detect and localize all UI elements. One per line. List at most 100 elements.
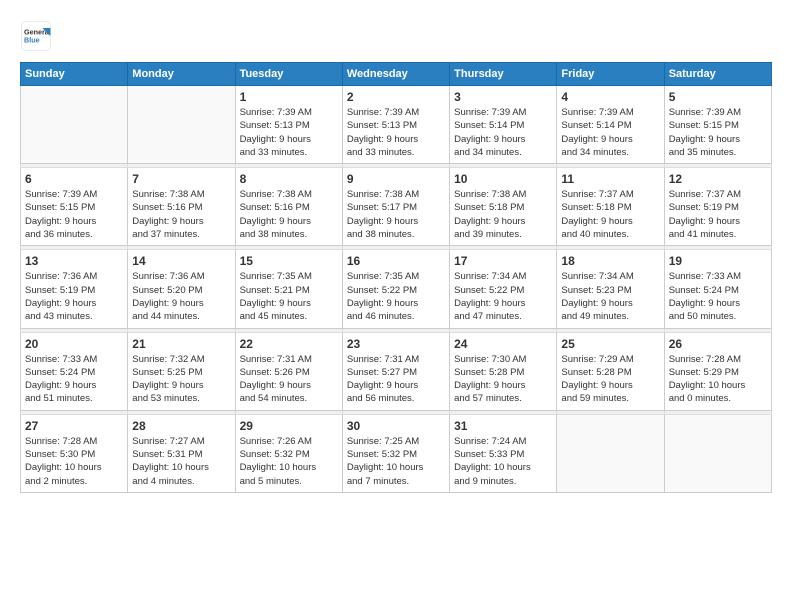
calendar-cell: 4Sunrise: 7:39 AM Sunset: 5:14 PM Daylig… [557,86,664,164]
day-number: 30 [347,419,445,433]
day-info: Sunrise: 7:28 AM Sunset: 5:30 PM Dayligh… [25,435,123,488]
day-info: Sunrise: 7:32 AM Sunset: 5:25 PM Dayligh… [132,353,230,406]
calendar-cell: 5 Sunrise: 7:39 AM Sunset: 5:15 PM Daylig… [664,86,771,164]
day-info: Sunrise: 7:39 AM Sunset: 5:15 PM Dayligh… [669,106,767,159]
calendar-cell: 7 Sunrise: 7:38 AM Sunset: 5:16 PM Daylig… [128,168,235,246]
calendar-cell: 6Sunrise: 7:39 AM Sunset: 5:15 PM Daylig… [21,168,128,246]
day-info: Sunrise: 7:33 AM Sunset: 5:24 PM Dayligh… [25,353,123,406]
calendar-cell [128,86,235,164]
day-info: Sunrise: 7:37 AM Sunset: 5:19 PM Dayligh… [669,188,767,241]
calendar-cell: 12Sunrise: 7:37 AM Sunset: 5:19 PM Dayli… [664,168,771,246]
calendar-week-3: 13 Sunrise: 7:36 AM Sunset: 5:19 PM Dayli… [21,250,772,328]
day-info: Sunrise: 7:30 AM Sunset: 5:28 PM Dayligh… [454,353,552,406]
calendar-cell: 2 Sunrise: 7:39 AM Sunset: 5:13 PM Daylig… [342,86,449,164]
weekday-header-tuesday: Tuesday [235,63,342,86]
day-info: Sunrise: 7:26 AM Sunset: 5:32 PM Dayligh… [240,435,338,488]
calendar-cell: 3 Sunrise: 7:39 AM Sunset: 5:14 PM Daylig… [450,86,557,164]
calendar-cell: 10 Sunrise: 7:38 AM Sunset: 5:18 PM Dayli… [450,168,557,246]
day-number: 7 [132,172,230,186]
calendar-cell: 19 Sunrise: 7:33 AM Sunset: 5:24 PM Dayli… [664,250,771,328]
day-info: Sunrise: 7:34 AM Sunset: 5:22 PM Dayligh… [454,270,552,323]
calendar-cell: 28 Sunrise: 7:27 AM Sunset: 5:31 PM Dayli… [128,414,235,492]
day-number: 16 [347,254,445,268]
logo: General Blue [20,20,52,52]
weekday-header-sunday: Sunday [21,63,128,86]
day-info: Sunrise: 7:39 AM Sunset: 5:13 PM Dayligh… [347,106,445,159]
day-info: Sunrise: 7:37 AM Sunset: 5:18 PM Dayligh… [561,188,659,241]
day-number: 21 [132,337,230,351]
calendar-cell: 23Sunrise: 7:31 AM Sunset: 5:27 PM Dayli… [342,332,449,410]
day-number: 26 [669,337,767,351]
day-info: Sunrise: 7:38 AM Sunset: 5:16 PM Dayligh… [132,188,230,241]
calendar-cell: 15 Sunrise: 7:35 AM Sunset: 5:21 PM Dayli… [235,250,342,328]
calendar-cell: 9Sunrise: 7:38 AM Sunset: 5:17 PM Daylig… [342,168,449,246]
day-number: 22 [240,337,338,351]
calendar-cell: 31 Sunrise: 7:24 AM Sunset: 5:33 PM Dayli… [450,414,557,492]
calendar-cell: 8 Sunrise: 7:38 AM Sunset: 5:16 PM Daylig… [235,168,342,246]
day-number: 31 [454,419,552,433]
day-number: 3 [454,90,552,104]
day-info: Sunrise: 7:31 AM Sunset: 5:27 PM Dayligh… [347,353,445,406]
calendar-cell [664,414,771,492]
calendar-cell [557,414,664,492]
calendar-cell: 22 Sunrise: 7:31 AM Sunset: 5:26 PM Dayli… [235,332,342,410]
day-info: Sunrise: 7:35 AM Sunset: 5:21 PM Dayligh… [240,270,338,323]
day-info: Sunrise: 7:38 AM Sunset: 5:18 PM Dayligh… [454,188,552,241]
day-number: 8 [240,172,338,186]
calendar-cell: 25 Sunrise: 7:29 AM Sunset: 5:28 PM Dayli… [557,332,664,410]
calendar-cell: 26 Sunrise: 7:28 AM Sunset: 5:29 PM Dayli… [664,332,771,410]
calendar-cell: 29 Sunrise: 7:26 AM Sunset: 5:32 PM Dayli… [235,414,342,492]
day-info: Sunrise: 7:39 AM Sunset: 5:15 PM Dayligh… [25,188,123,241]
day-number: 11 [561,172,659,186]
day-number: 19 [669,254,767,268]
day-number: 10 [454,172,552,186]
day-number: 1 [240,90,338,104]
calendar-week-2: 6Sunrise: 7:39 AM Sunset: 5:15 PM Daylig… [21,168,772,246]
calendar-cell [21,86,128,164]
day-number: 15 [240,254,338,268]
day-info: Sunrise: 7:28 AM Sunset: 5:29 PM Dayligh… [669,353,767,406]
day-number: 13 [25,254,123,268]
logo-icon: General Blue [20,20,52,52]
calendar-cell: 30 Sunrise: 7:25 AM Sunset: 5:32 PM Dayli… [342,414,449,492]
calendar-week-4: 20 Sunrise: 7:33 AM Sunset: 5:24 PM Dayli… [21,332,772,410]
calendar-cell: 27 Sunrise: 7:28 AM Sunset: 5:30 PM Dayli… [21,414,128,492]
calendar-cell: 18Sunrise: 7:34 AM Sunset: 5:23 PM Dayli… [557,250,664,328]
day-number: 25 [561,337,659,351]
weekday-header-thursday: Thursday [450,63,557,86]
day-number: 17 [454,254,552,268]
calendar-cell: 24Sunrise: 7:30 AM Sunset: 5:28 PM Dayli… [450,332,557,410]
calendar-cell: 14 Sunrise: 7:36 AM Sunset: 5:20 PM Dayli… [128,250,235,328]
day-info: Sunrise: 7:25 AM Sunset: 5:32 PM Dayligh… [347,435,445,488]
day-info: Sunrise: 7:38 AM Sunset: 5:17 PM Dayligh… [347,188,445,241]
page-header: General Blue [20,20,772,52]
svg-text:Blue: Blue [24,35,40,44]
day-info: Sunrise: 7:36 AM Sunset: 5:19 PM Dayligh… [25,270,123,323]
day-info: Sunrise: 7:27 AM Sunset: 5:31 PM Dayligh… [132,435,230,488]
day-info: Sunrise: 7:39 AM Sunset: 5:14 PM Dayligh… [454,106,552,159]
weekday-header-monday: Monday [128,63,235,86]
day-info: Sunrise: 7:34 AM Sunset: 5:23 PM Dayligh… [561,270,659,323]
day-number: 4 [561,90,659,104]
day-number: 14 [132,254,230,268]
day-info: Sunrise: 7:31 AM Sunset: 5:26 PM Dayligh… [240,353,338,406]
day-info: Sunrise: 7:36 AM Sunset: 5:20 PM Dayligh… [132,270,230,323]
calendar-cell: 16Sunrise: 7:35 AM Sunset: 5:22 PM Dayli… [342,250,449,328]
day-number: 20 [25,337,123,351]
day-number: 27 [25,419,123,433]
calendar-cell: 1Sunrise: 7:39 AM Sunset: 5:13 PM Daylig… [235,86,342,164]
calendar-cell: 13 Sunrise: 7:36 AM Sunset: 5:19 PM Dayli… [21,250,128,328]
day-info: Sunrise: 7:33 AM Sunset: 5:24 PM Dayligh… [669,270,767,323]
day-number: 29 [240,419,338,433]
day-info: Sunrise: 7:29 AM Sunset: 5:28 PM Dayligh… [561,353,659,406]
calendar-cell: 17 Sunrise: 7:34 AM Sunset: 5:22 PM Dayli… [450,250,557,328]
day-info: Sunrise: 7:38 AM Sunset: 5:16 PM Dayligh… [240,188,338,241]
weekday-header-saturday: Saturday [664,63,771,86]
weekday-header-row: SundayMondayTuesdayWednesdayThursdayFrid… [21,63,772,86]
day-number: 5 [669,90,767,104]
day-number: 2 [347,90,445,104]
day-info: Sunrise: 7:24 AM Sunset: 5:33 PM Dayligh… [454,435,552,488]
day-number: 28 [132,419,230,433]
weekday-header-friday: Friday [557,63,664,86]
weekday-header-wednesday: Wednesday [342,63,449,86]
